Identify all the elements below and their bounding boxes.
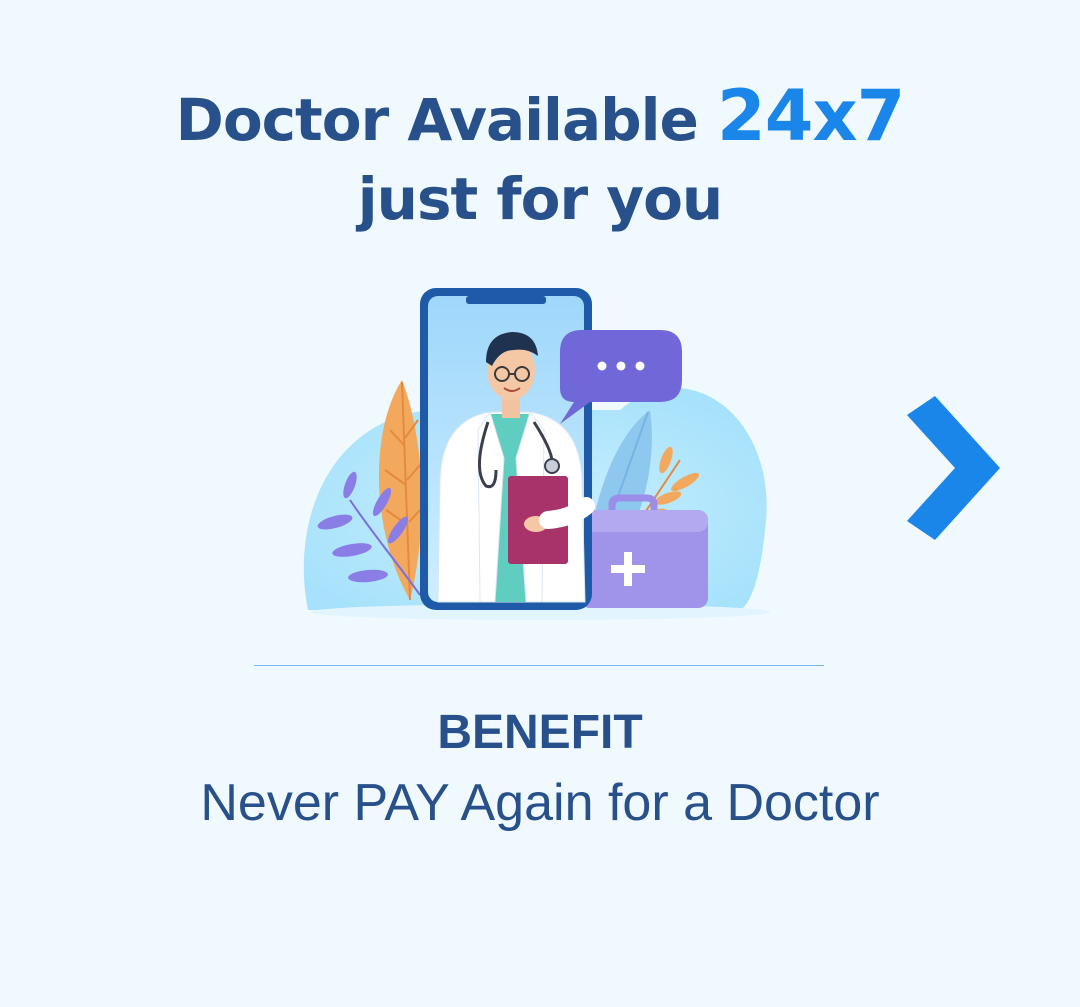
headline-text: Doctor Available [175, 86, 699, 154]
medical-kit-icon [580, 494, 708, 608]
benefit-description: Never PAY Again for a Doctor [200, 774, 880, 832]
headline-line-1: Doctor Available 24x7 [0, 78, 1080, 158]
chevron-right-icon[interactable] [895, 388, 1010, 553]
divider [254, 665, 824, 666]
doctor-on-phone-illustration [303, 288, 770, 620]
headline-accent: 24x7 [717, 75, 905, 157]
benefit-title: BENEFIT [437, 706, 643, 759]
headline: Doctor Available 24x7 just for you [0, 78, 1080, 240]
headline-line-2: just for you [357, 165, 723, 233]
